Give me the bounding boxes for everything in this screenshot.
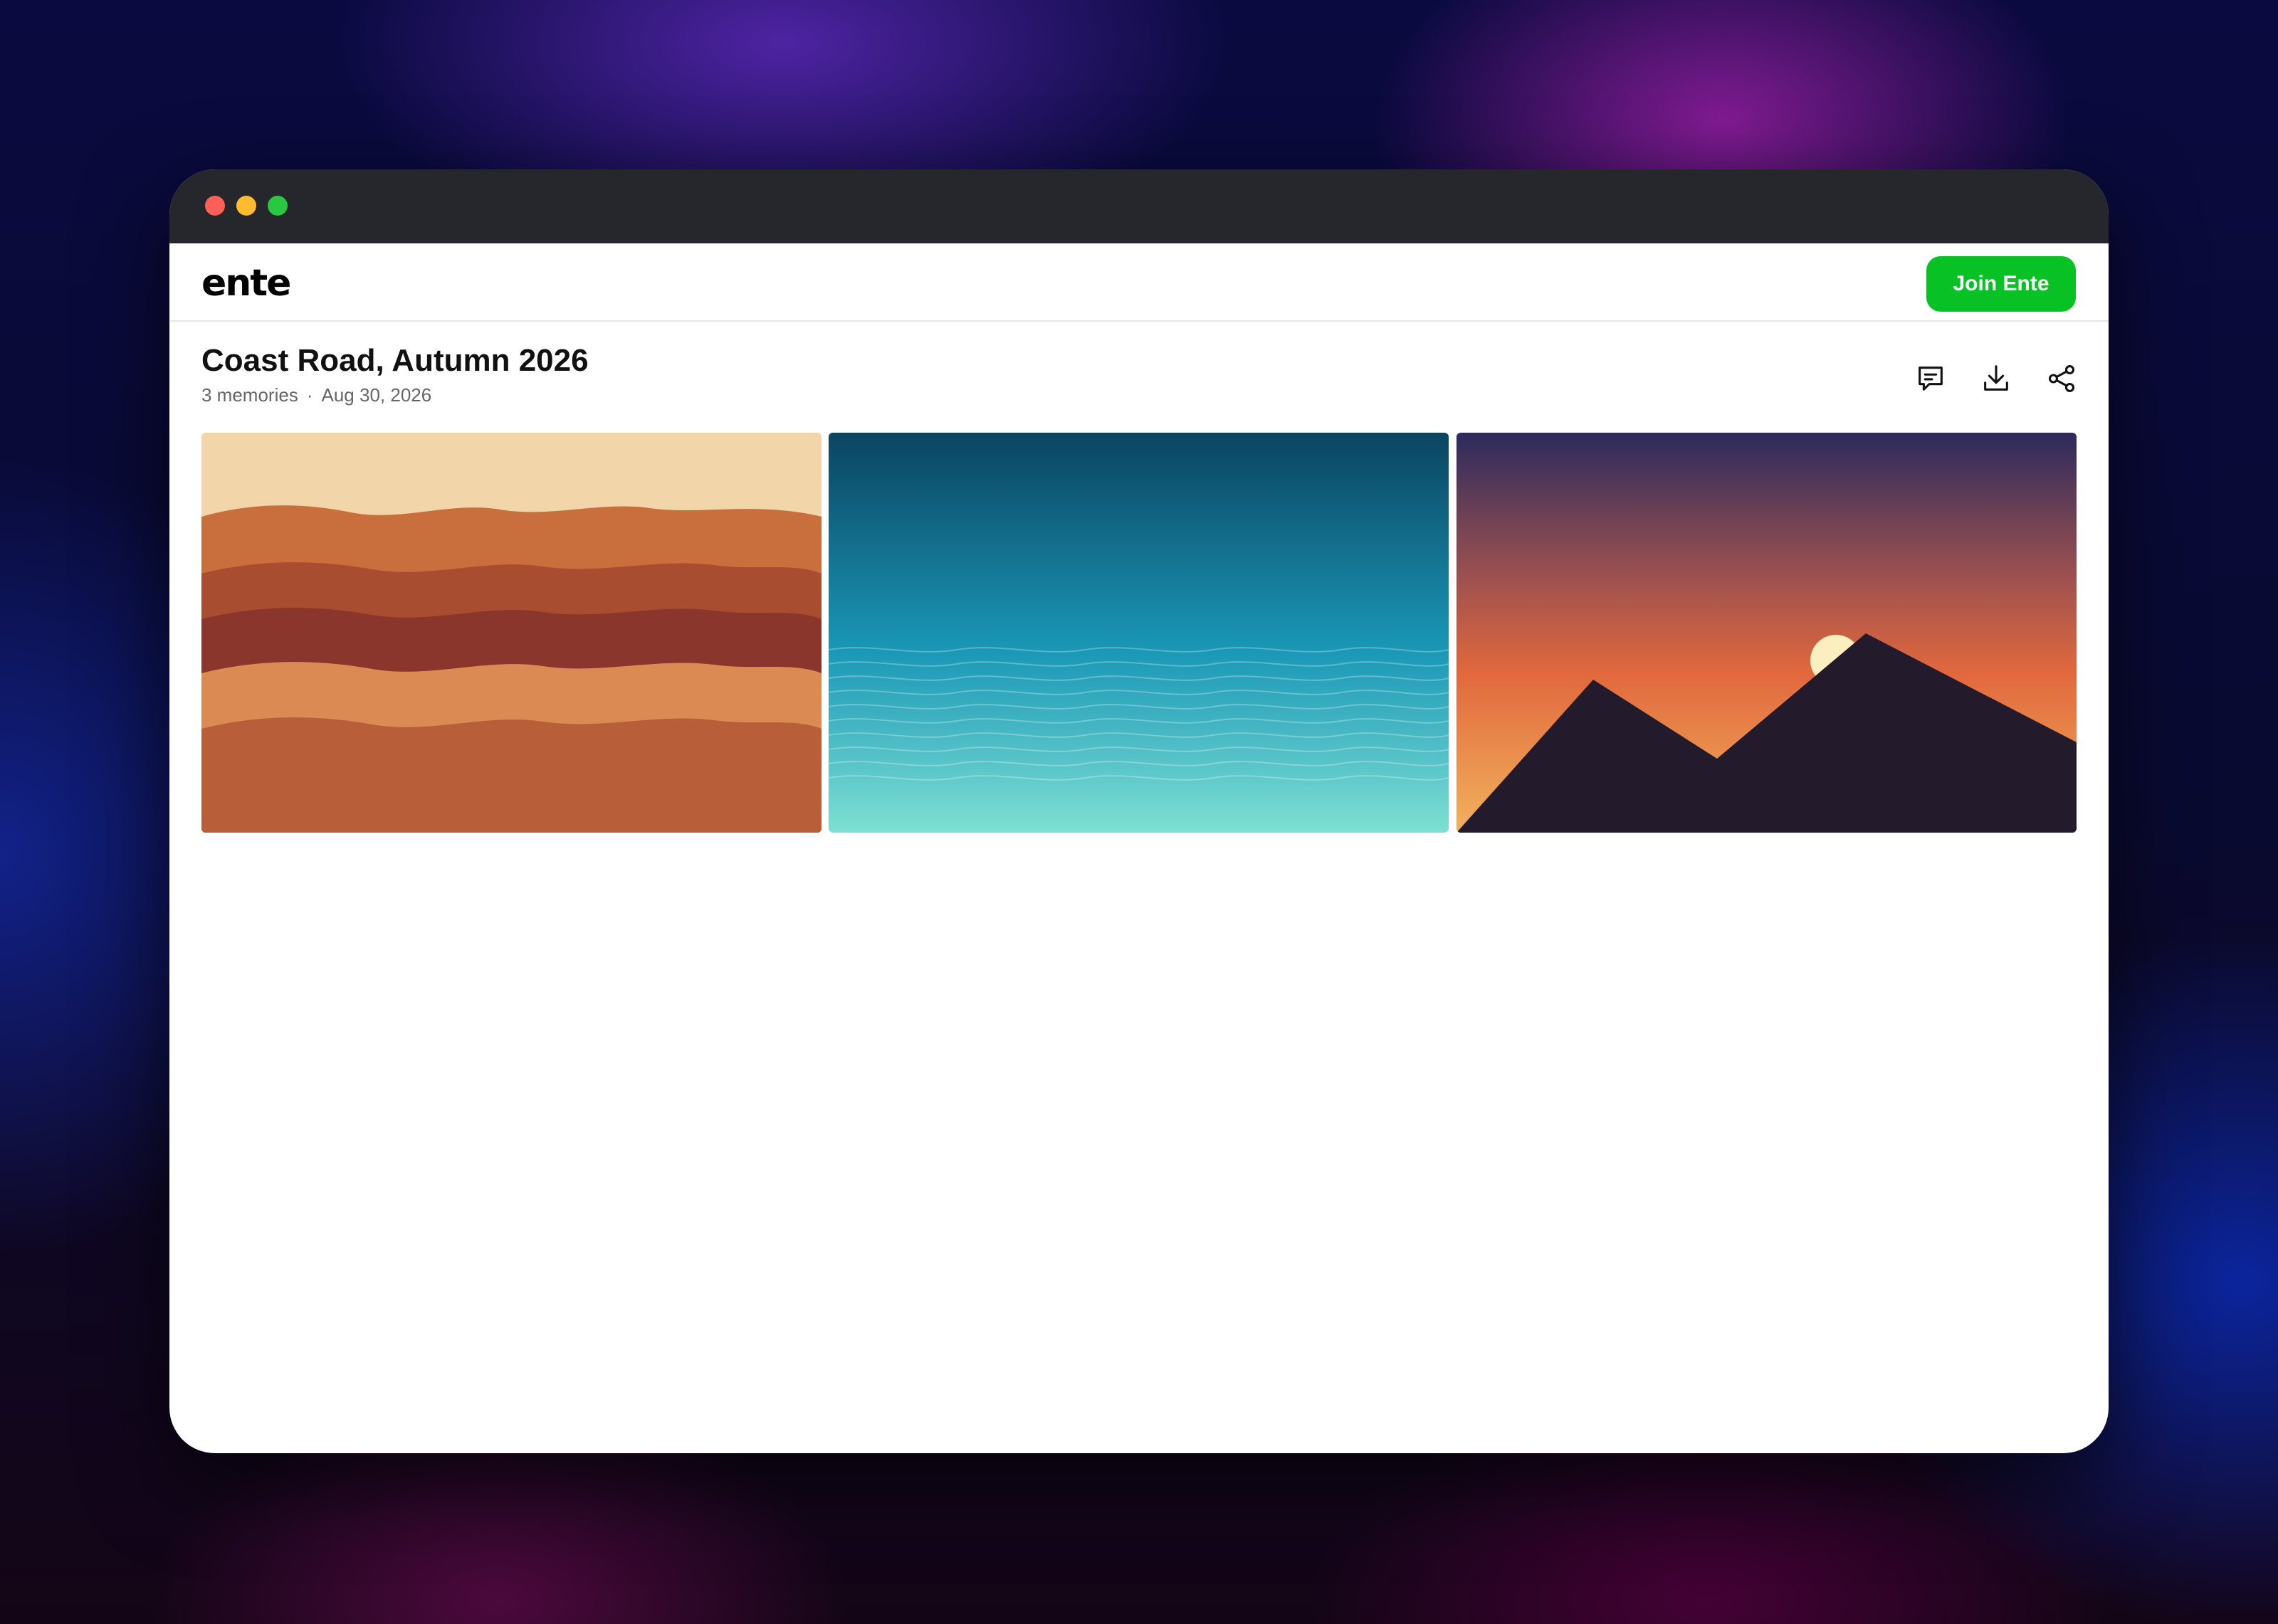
photo-desert-waves[interactable] xyxy=(201,433,822,833)
download-icon xyxy=(1984,365,2008,391)
minimize-window-button[interactable] xyxy=(236,196,256,216)
album-meta: 3 memories · Aug 30, 2026 xyxy=(201,384,431,406)
join-ente-button[interactable]: Join Ente xyxy=(1926,256,2076,312)
photo-sunset-mountains[interactable] xyxy=(1456,433,2077,833)
album-title: Coast Road, Autumn 2026 xyxy=(201,343,589,378)
memories-count: 3 memories xyxy=(201,384,298,406)
share-button[interactable] xyxy=(2045,362,2079,396)
download-button[interactable] xyxy=(1979,362,2013,396)
close-window-button[interactable] xyxy=(205,196,225,216)
photo-ocean[interactable] xyxy=(829,433,1449,833)
comment-button[interactable] xyxy=(1914,362,1948,396)
sunset-mountains-image xyxy=(1456,433,2077,833)
meta-separator: · xyxy=(306,384,313,406)
ente-logo[interactable]: ente xyxy=(201,262,291,305)
ocean-image xyxy=(829,433,1449,833)
album-date: Aug 30, 2026 xyxy=(321,384,432,406)
photo-grid xyxy=(201,433,2077,833)
comment-icon xyxy=(1919,367,1943,391)
maximize-window-button[interactable] xyxy=(268,196,288,216)
window-titlebar xyxy=(169,169,2109,243)
album-actions xyxy=(1914,362,2079,396)
top-navigation-bar: ente Join Ente xyxy=(169,243,2109,322)
desert-waves-image xyxy=(201,433,822,833)
share-icon xyxy=(2048,365,2075,392)
browser-window: ente Join Ente Coast Road, Autumn 2026 3… xyxy=(169,169,2109,1453)
